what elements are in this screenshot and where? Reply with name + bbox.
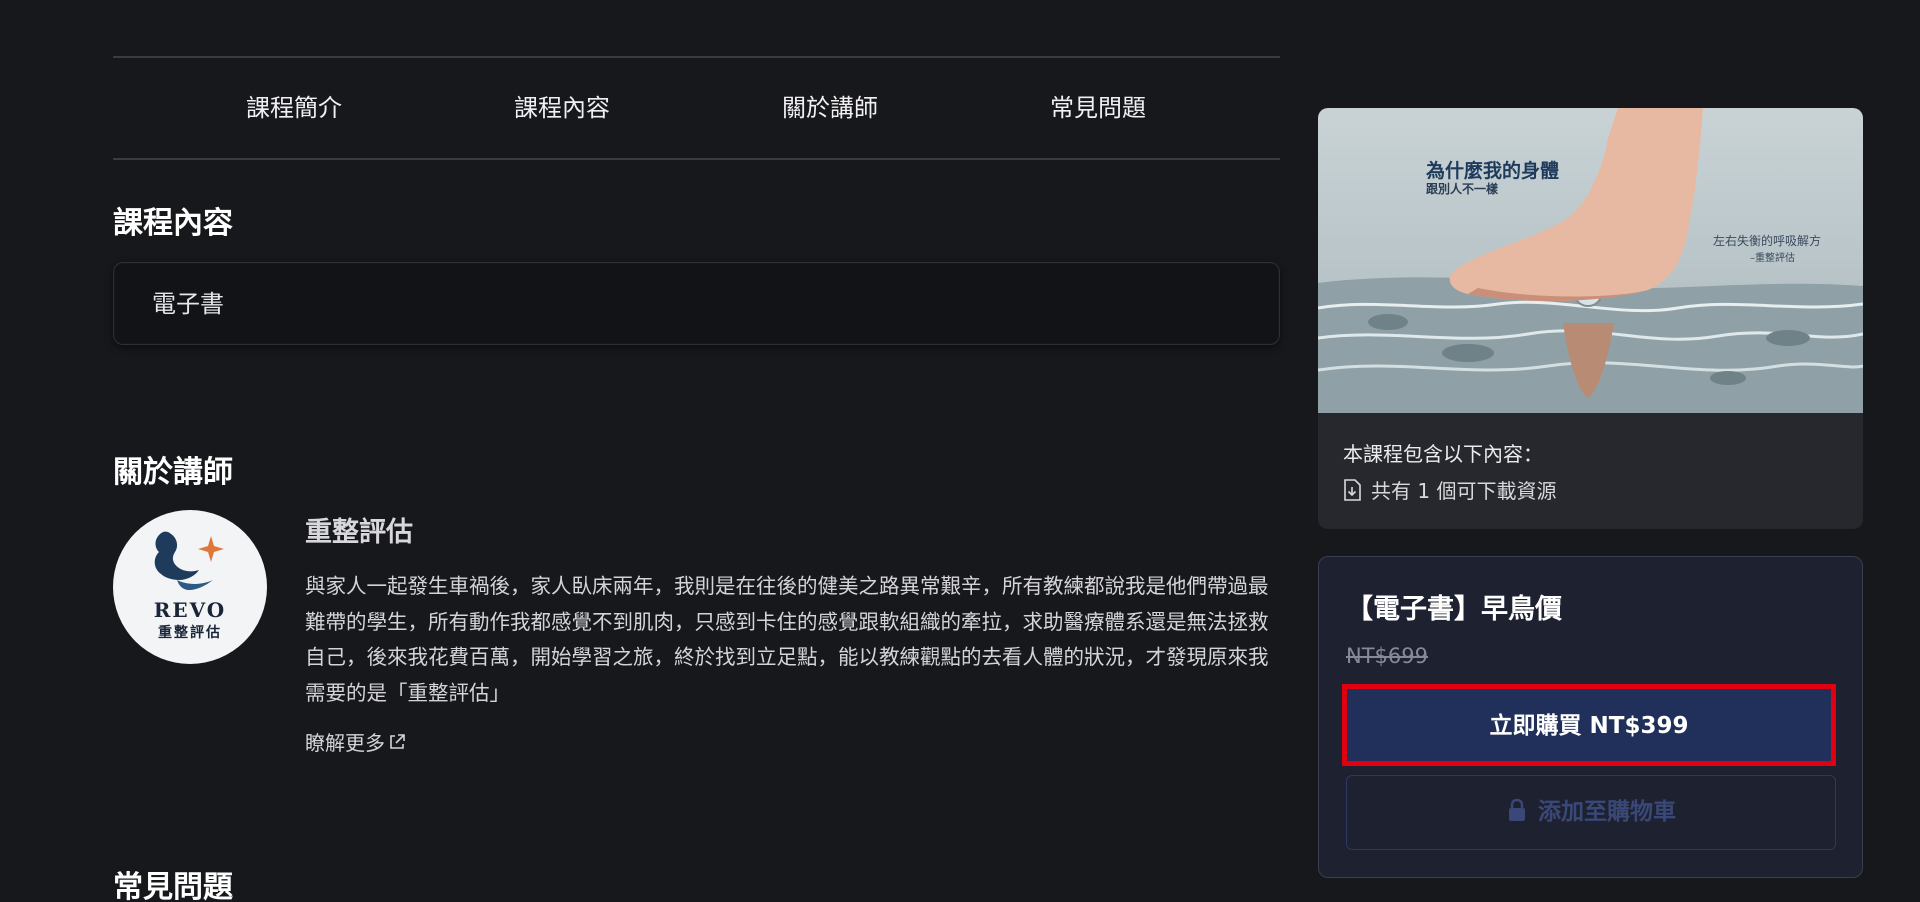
cover-side-author: –重整評估	[1750, 253, 1795, 264]
tab-instructor[interactable]: 關於講師	[782, 58, 878, 158]
cover-subtitle: 跟別人不一樣	[1426, 182, 1499, 196]
course-card: 為什麼我的身體 跟別人不一樣 左右失衡的呼吸解方 –重整評估 本課程包含以下內容…	[1318, 108, 1863, 529]
original-price: NT$699	[1346, 644, 1428, 668]
avatar-brand-name-zh: 重整評估	[158, 625, 222, 641]
buy-now-button[interactable]: 立即購買 NT$399	[1342, 684, 1836, 766]
download-file-icon	[1343, 479, 1361, 506]
content-item-label: 電子書	[152, 290, 224, 318]
instructor-bio: 與家人一起發生車禍後，家人臥床兩年，我則是在往後的健美之路異常艱辛，所有教練都說…	[305, 574, 1269, 705]
lock-icon	[1506, 779, 1528, 852]
includes-label: 本課程包含以下內容：	[1343, 442, 1543, 466]
includes-downloads: 共有 1 個可下載資源	[1343, 475, 1556, 506]
add-to-cart-button[interactable]: 添加至購物車	[1346, 775, 1836, 850]
add-to-cart-label: 添加至購物車	[1538, 799, 1676, 825]
learn-more-label: 瞭解更多	[305, 731, 385, 755]
content-item-ebook[interactable]: 電子書	[113, 262, 1280, 345]
faq-heading: 常見問題	[113, 870, 233, 902]
external-link-icon	[387, 732, 407, 757]
course-cover-image: 為什麼我的身體 跟別人不一樣 左右失衡的呼吸解方 –重整評估	[1318, 108, 1863, 413]
tab-course-content[interactable]: 課程內容	[514, 58, 610, 158]
section-tabs: 課程簡介 課程內容 關於講師 常見問題	[113, 56, 1280, 160]
learn-more-link[interactable]: 瞭解更多	[305, 727, 407, 757]
avatar-brand-name: REVO	[153, 598, 227, 622]
purchase-card: 【電子書】早鳥價 NT$699 立即購買 NT$399 添加至購物車	[1318, 556, 1863, 878]
course-page: 課程簡介 課程內容 關於講師 常見問題 課程內容 電子書 關於講師 REVO 重…	[0, 0, 1920, 902]
tab-faq[interactable]: 常見問題	[1050, 58, 1146, 158]
instructor-avatar: REVO 重整評估	[113, 510, 267, 664]
includes-downloads-label: 共有 1 個可下載資源	[1371, 479, 1557, 503]
cover-title: 為什麼我的身體	[1426, 160, 1560, 182]
instructor-name: 重整評估	[305, 517, 413, 548]
instructor-heading: 關於講師	[113, 455, 233, 490]
course-content-heading: 課程內容	[113, 206, 233, 241]
plan-title: 【電子書】早鳥價	[1346, 594, 1562, 625]
cover-side-text: 左右失衡的呼吸解方	[1713, 234, 1822, 248]
tab-course-intro[interactable]: 課程簡介	[246, 58, 342, 158]
